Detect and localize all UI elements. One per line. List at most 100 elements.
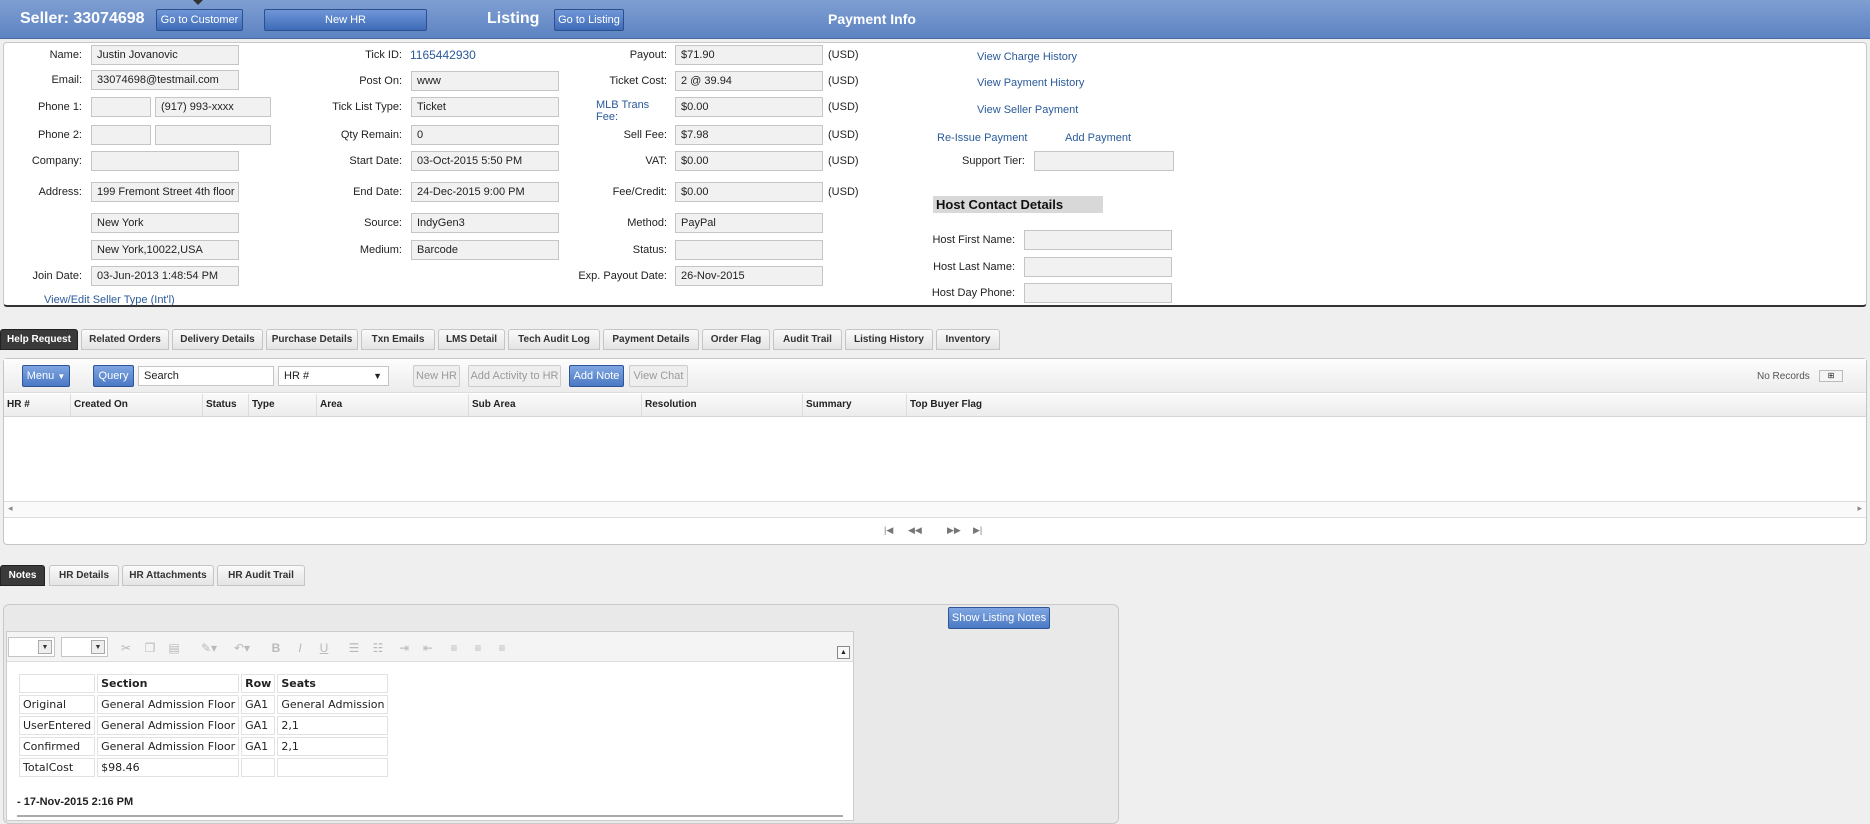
view-seller-payment-link[interactable]: View Seller Payment xyxy=(977,104,1078,116)
copy-icon[interactable]: ❐ xyxy=(140,638,160,656)
exp-payout-date-field[interactable]: 26-Nov-2015 xyxy=(675,266,823,286)
add-payment-link[interactable]: Add Payment xyxy=(1065,132,1131,144)
tab-listing-history[interactable]: Listing History xyxy=(845,329,933,350)
italic-icon[interactable]: I xyxy=(290,638,310,656)
search-input[interactable]: Search xyxy=(138,366,274,386)
tab-purchase-details[interactable]: Purchase Details xyxy=(266,329,358,350)
bullet-list-icon[interactable]: ☷ xyxy=(368,638,388,656)
tab-hr-details[interactable]: HR Details xyxy=(49,565,119,586)
align-center-icon[interactable]: ≡ xyxy=(468,638,488,656)
support-tier-field[interactable] xyxy=(1034,151,1174,171)
tick-list-type-field[interactable]: Ticket xyxy=(411,97,559,117)
tab-delivery-details[interactable]: Delivery Details xyxy=(172,329,263,350)
host-last-name-field[interactable] xyxy=(1024,257,1172,277)
tab-tech-audit-log[interactable]: Tech Audit Log xyxy=(508,329,600,350)
col-area[interactable]: Area xyxy=(317,394,469,416)
col-sub-area[interactable]: Sub Area xyxy=(469,394,642,416)
start-date-field[interactable]: 03-Oct-2015 5:50 PM xyxy=(411,151,559,171)
prev-page-icon[interactable]: ◀◀ xyxy=(908,525,922,536)
qty-remain-field[interactable]: 0 xyxy=(411,125,559,145)
highlight-icon[interactable]: ↶▾ xyxy=(228,638,256,656)
tab-lms-detail[interactable]: LMS Detail xyxy=(438,329,505,350)
next-page-icon[interactable]: ▶▶ xyxy=(947,525,961,536)
reissue-payment-link[interactable]: Re-Issue Payment xyxy=(937,132,1027,144)
indent-icon[interactable]: ⇥ xyxy=(394,638,414,656)
col-resolution[interactable]: Resolution xyxy=(642,394,803,416)
menu-button[interactable]: Menu ▼ xyxy=(22,365,70,387)
align-right-icon[interactable]: ≡ xyxy=(492,638,512,656)
ticket-cost-field[interactable]: 2 @ 39.94 xyxy=(675,71,823,91)
mlb-trans-fee-link[interactable]: MLB Trans Fee: xyxy=(596,99,649,123)
scroll-left-icon[interactable]: ◂ xyxy=(8,503,13,514)
join-date-field[interactable]: 03-Jun-2013 1:48:54 PM xyxy=(91,266,239,286)
col-top-buyer-flag[interactable]: Top Buyer Flag xyxy=(907,394,1027,416)
host-first-name-field[interactable] xyxy=(1024,230,1172,250)
end-date-field[interactable]: 24-Dec-2015 9:00 PM xyxy=(411,182,559,202)
add-note-button[interactable]: Add Note xyxy=(569,365,624,387)
tab-help-request[interactable]: Help Request xyxy=(0,329,78,350)
text-color-icon[interactable]: ✎▾ xyxy=(196,638,222,656)
tab-txn-emails[interactable]: Txn Emails xyxy=(361,329,435,350)
add-activity-to-hr-button[interactable]: Add Activity to HR xyxy=(468,365,561,387)
align-left-icon[interactable]: ≡ xyxy=(444,638,464,656)
show-listing-notes-button[interactable]: Show Listing Notes xyxy=(948,607,1050,629)
tab-notes[interactable]: Notes xyxy=(0,565,45,586)
tab-payment-details[interactable]: Payment Details xyxy=(603,329,699,350)
hr-field-select[interactable]: HR # ▼ xyxy=(278,366,389,386)
view-charge-history-link[interactable]: View Charge History xyxy=(977,51,1077,63)
last-page-icon[interactable]: ▶| xyxy=(973,525,982,536)
tab-inventory[interactable]: Inventory xyxy=(936,329,1000,350)
address-line3-field[interactable]: New York,10022,USA xyxy=(91,240,239,260)
tab-hr-attachments[interactable]: HR Attachments xyxy=(122,565,214,586)
new-hr-header-button[interactable]: New HR xyxy=(264,9,427,31)
numbered-list-icon[interactable]: ☰ xyxy=(344,638,364,656)
host-day-phone-field[interactable] xyxy=(1024,283,1172,303)
address-line2-field[interactable]: New York xyxy=(91,213,239,233)
method-field[interactable]: PayPal xyxy=(675,213,823,233)
tab-related-orders[interactable]: Related Orders xyxy=(81,329,169,350)
view-payment-history-link[interactable]: View Payment History xyxy=(977,77,1084,89)
post-on-field[interactable]: www xyxy=(411,71,559,91)
outdent-icon[interactable]: ⇤ xyxy=(418,638,438,656)
mlb-trans-fee-field[interactable]: $0.00 xyxy=(675,97,823,117)
export-icon[interactable]: ⊞ xyxy=(1819,370,1843,382)
phone1-field[interactable]: (917) 993-xxxx xyxy=(155,97,271,117)
go-to-listing-button[interactable]: Go to Listing xyxy=(554,9,624,31)
status-field[interactable] xyxy=(675,240,823,260)
phone2-field[interactable] xyxy=(155,125,271,145)
bold-icon[interactable]: B xyxy=(266,638,286,656)
email-field[interactable]: 33074698@testmail.com xyxy=(91,70,239,90)
company-field[interactable] xyxy=(91,151,239,171)
payout-field[interactable]: $71.90 xyxy=(675,45,823,65)
fee-credit-field[interactable]: $0.00 xyxy=(675,182,823,202)
col-created-on[interactable]: Created On xyxy=(71,394,203,416)
col-type[interactable]: Type xyxy=(249,394,317,416)
col-status[interactable]: Status xyxy=(203,394,249,416)
vat-field[interactable]: $0.00 xyxy=(675,151,823,171)
name-field[interactable]: Justin Jovanovic xyxy=(91,45,239,65)
tab-hr-audit-trail[interactable]: HR Audit Trail xyxy=(217,565,305,586)
tab-audit-trail[interactable]: Audit Trail xyxy=(773,329,842,350)
go-to-customer-button[interactable]: Go to Customer xyxy=(156,9,243,31)
phone2-code-field[interactable] xyxy=(91,125,151,145)
font-family-combo[interactable]: ▼ xyxy=(8,637,55,657)
horizontal-scrollbar[interactable]: ◂ ▸ xyxy=(4,501,1866,518)
query-button[interactable]: Query xyxy=(93,365,134,387)
first-page-icon[interactable]: |◀ xyxy=(884,525,893,536)
source-field[interactable]: IndyGen3 xyxy=(411,213,559,233)
scroll-right-icon[interactable]: ▸ xyxy=(1857,503,1862,514)
col-hr-number[interactable]: HR # xyxy=(4,394,71,416)
view-chat-button[interactable]: View Chat xyxy=(629,365,688,387)
view-edit-seller-type-link[interactable]: View/Edit Seller Type (Int'l) xyxy=(44,294,175,306)
col-summary[interactable]: Summary xyxy=(803,394,907,416)
collapse-toolbar-icon[interactable]: ▲ xyxy=(837,646,850,659)
cut-icon[interactable]: ✂ xyxy=(116,638,136,656)
font-size-combo[interactable]: ▼ xyxy=(61,637,108,657)
medium-field[interactable]: Barcode xyxy=(411,240,559,260)
tab-order-flag[interactable]: Order Flag xyxy=(702,329,770,350)
phone1-code-field[interactable] xyxy=(91,97,151,117)
address-line1-field[interactable]: 199 Fremont Street 4th floor xyxy=(91,182,239,202)
tick-id-link[interactable]: 1165442930 xyxy=(410,48,476,62)
new-hr-button[interactable]: New HR xyxy=(413,365,460,387)
underline-icon[interactable]: U xyxy=(314,638,334,656)
